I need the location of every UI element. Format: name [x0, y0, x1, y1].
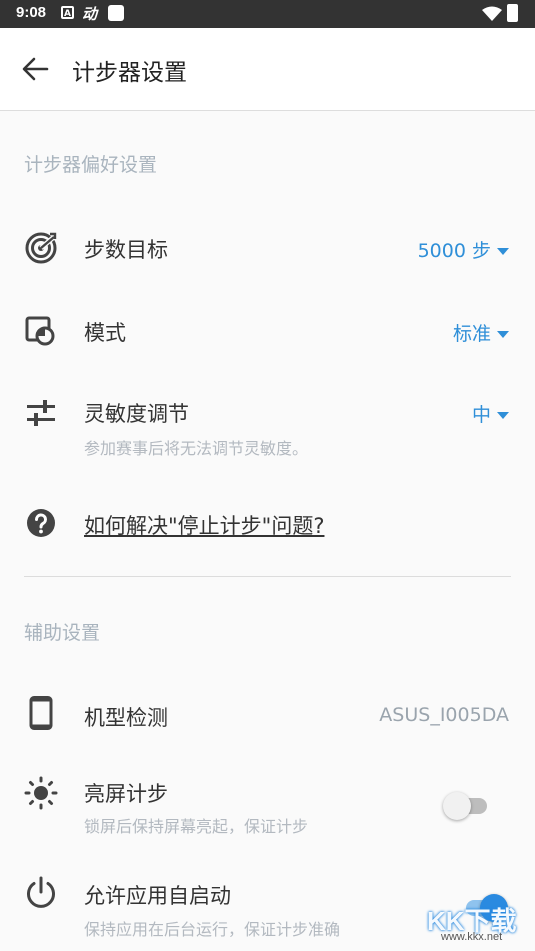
section-title-pedometer: 计步器偏好设置: [24, 154, 158, 176]
help-question-icon: [27, 509, 55, 537]
app-notification-glyph: 动: [82, 5, 98, 23]
sensitivity-subtitle: 参加赛事后将无法调节灵敏度。: [84, 439, 309, 458]
tune-sliders-icon: [27, 400, 55, 426]
app-header: 计步器设置: [0, 28, 535, 111]
sensitivity-dropdown[interactable]: 中: [472, 400, 509, 427]
step-goal-value: 5000 步: [417, 240, 491, 262]
caret-down-icon: [497, 331, 509, 338]
step-goal-label: 步数目标: [84, 238, 168, 262]
app-notification-icon: A: [61, 6, 74, 19]
autostart-label: 允许应用自启动: [84, 884, 231, 908]
watermark-logo: KK下载 www.kkx.net: [419, 899, 529, 947]
battery-icon: [507, 4, 518, 22]
sensitivity-value: 中: [471, 404, 491, 426]
mode-label: 模式: [84, 321, 126, 345]
mode-dropdown[interactable]: 标准: [453, 319, 509, 346]
screen-on-toggle[interactable]: [443, 789, 495, 821]
brightness-icon: [24, 776, 58, 810]
power-icon: [27, 876, 55, 908]
mode-value: 标准: [452, 323, 491, 345]
screen-on-subtitle: 锁屏后保持屏幕亮起，保证计步: [84, 817, 309, 836]
caret-down-icon: [497, 248, 509, 255]
device-detect-label: 机型检测: [84, 706, 168, 730]
notification-square-icon: [108, 5, 124, 21]
sensitivity-label: 灵敏度调节: [84, 402, 189, 426]
page-title: 计步器设置: [72, 60, 187, 86]
screen-on-label: 亮屏计步: [84, 782, 168, 806]
target-icon: [25, 232, 57, 264]
caret-down-icon: [497, 412, 509, 419]
device-model-value: ASUS_I005DA: [379, 704, 509, 726]
phone-icon: [29, 696, 53, 730]
autostart-subtitle: 保持应用在后台运行，保证计步准确: [84, 920, 341, 939]
device-detect-row[interactable]: 机型检测 ASUS_I005DA: [0, 674, 535, 754]
watermark-url: www.kkx.net: [441, 931, 503, 943]
sensitivity-row[interactable]: 灵敏度调节 参加赛事后将无法调节灵敏度。 中: [0, 380, 535, 470]
status-time: 9:08: [16, 4, 47, 21]
stop-counting-help-row[interactable]: 如何解决"停止计步"问题?: [0, 484, 535, 564]
status-bar: 9:08 A 动: [0, 0, 535, 28]
back-arrow-icon[interactable]: [20, 54, 50, 84]
mode-icon: [25, 316, 55, 346]
step-goal-row[interactable]: 步数目标 5000 步: [0, 208, 535, 288]
toggle-knob: [443, 792, 471, 820]
step-goal-dropdown[interactable]: 5000 步: [418, 236, 509, 263]
section-divider: [24, 576, 511, 577]
mode-row[interactable]: 模式 标准: [0, 290, 535, 370]
section-title-assist: 辅助设置: [24, 622, 101, 644]
wifi-icon: [482, 6, 502, 21]
stop-counting-help-link[interactable]: 如何解决"停止计步"问题?: [84, 510, 324, 540]
screen-on-row[interactable]: 亮屏计步 锁屏后保持屏幕亮起，保证计步: [0, 760, 535, 846]
